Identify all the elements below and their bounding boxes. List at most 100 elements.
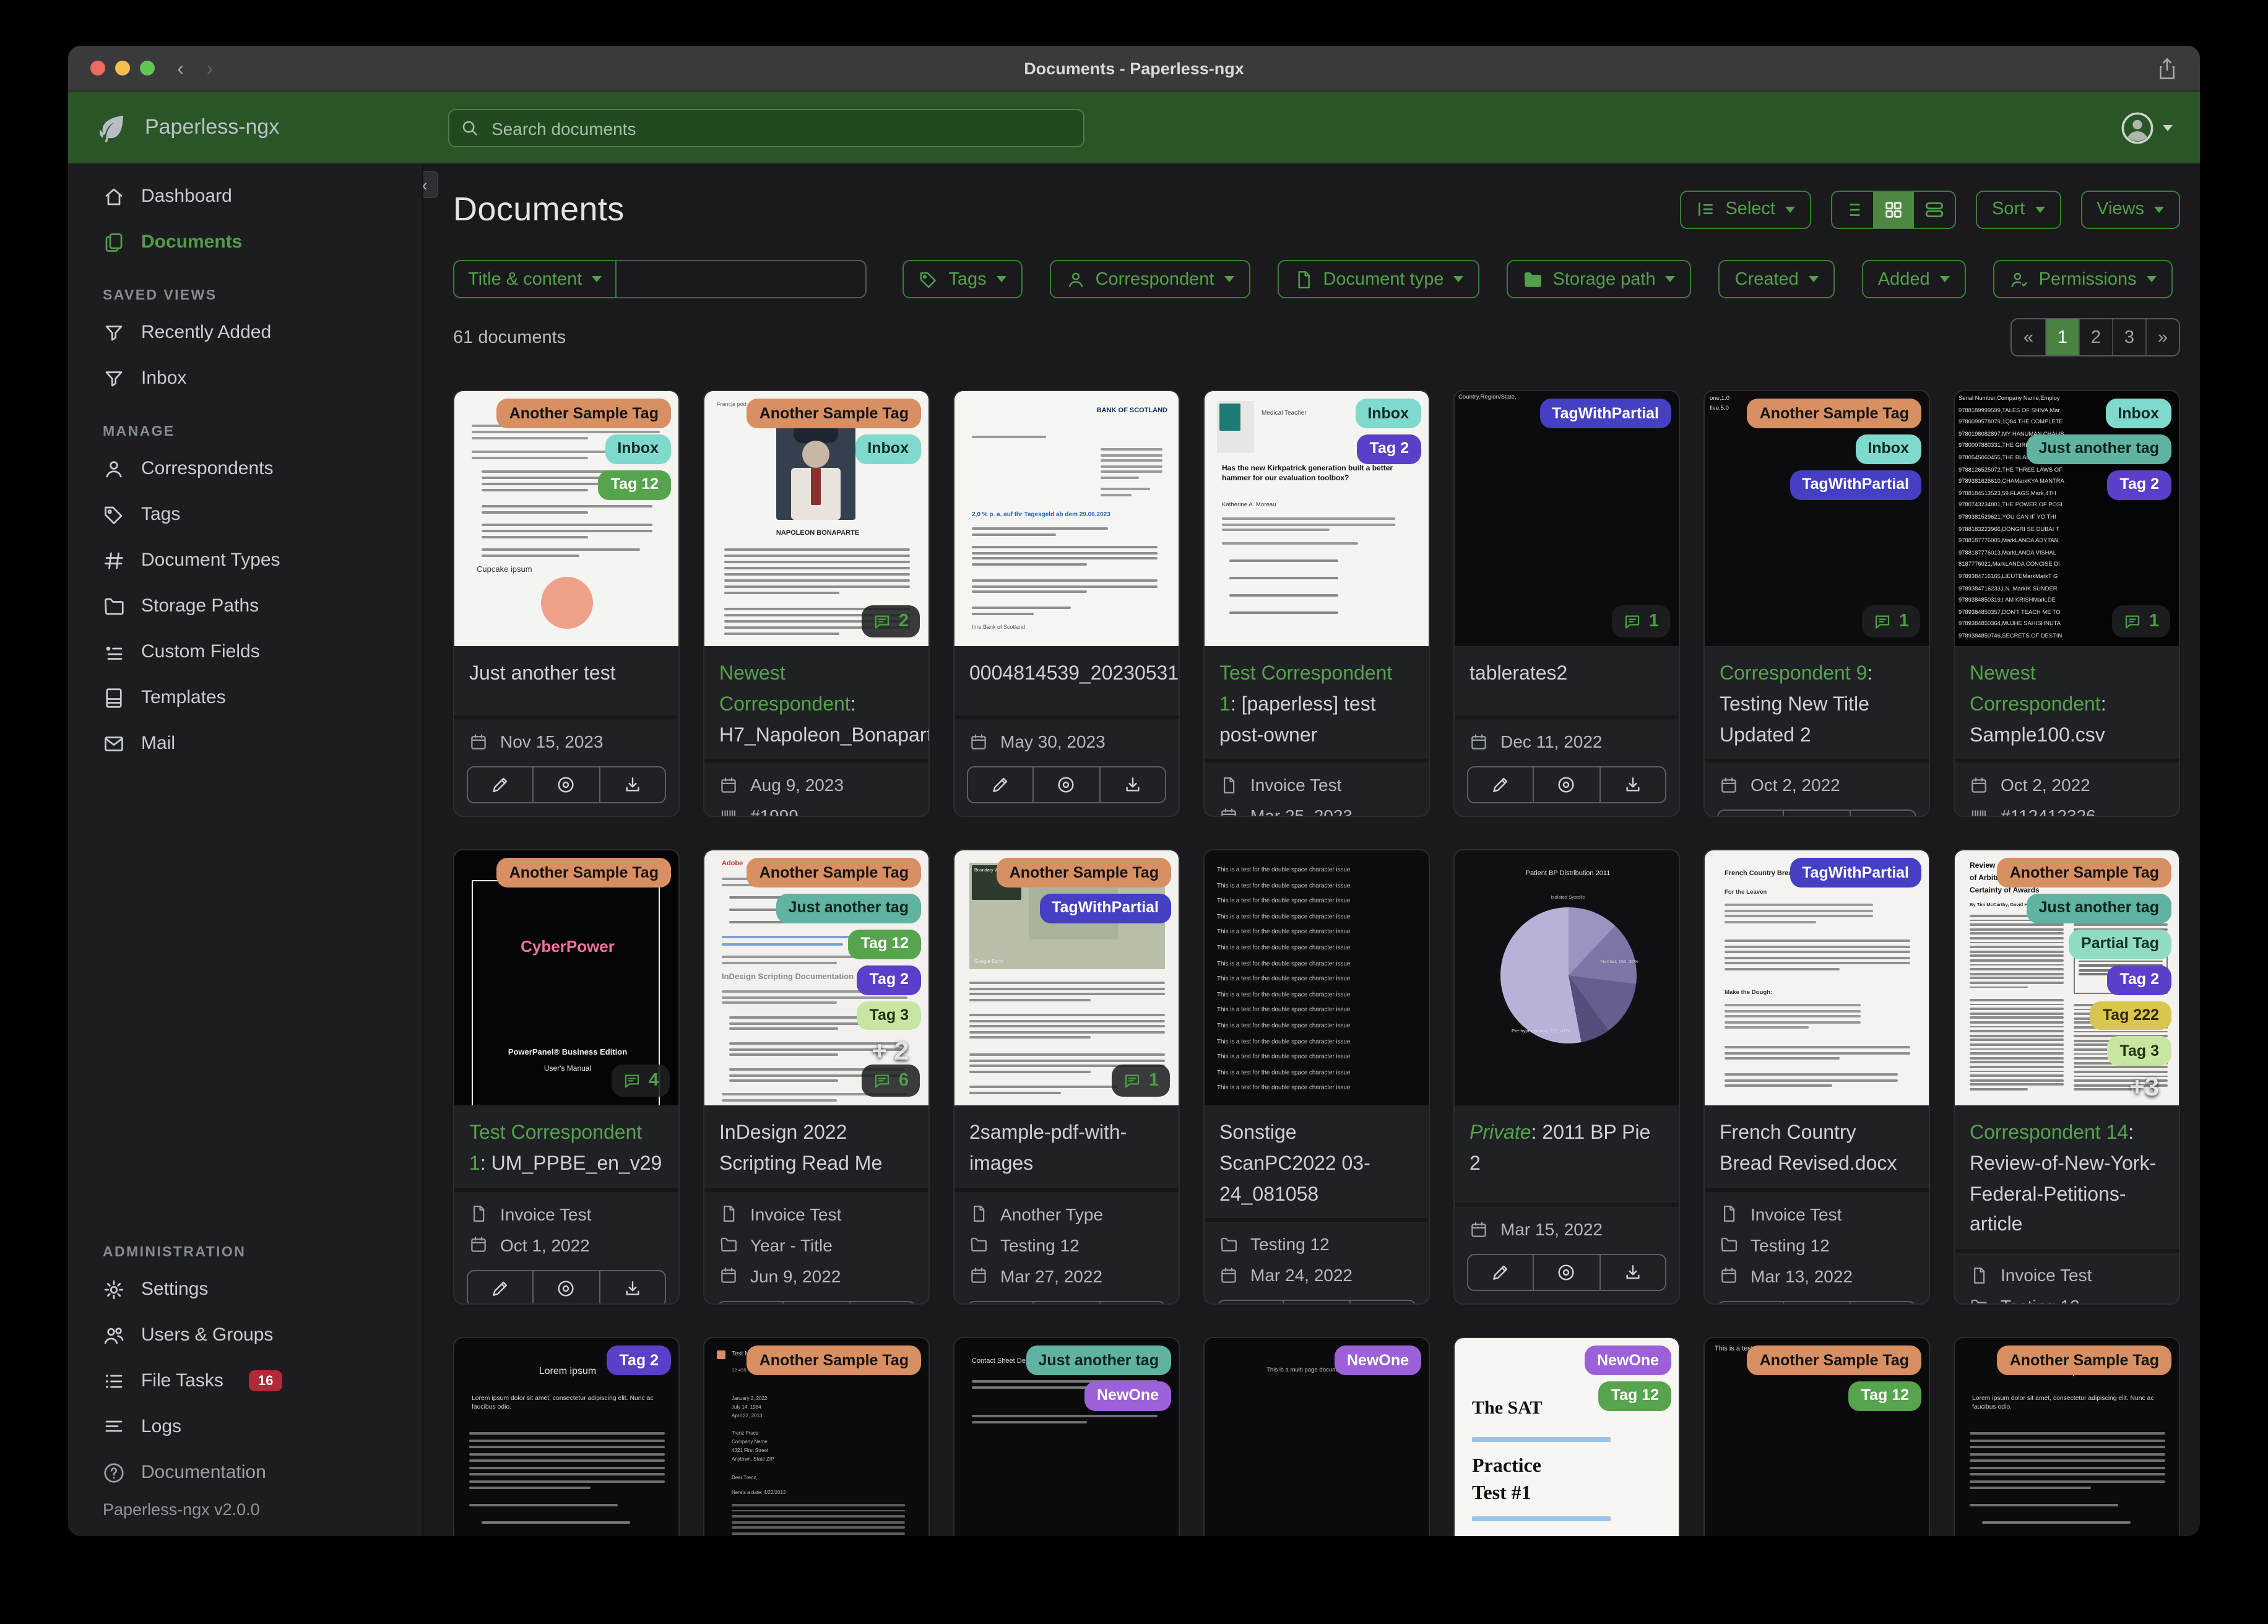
edit-document-button[interactable] — [967, 1300, 1034, 1303]
edit-document-button[interactable] — [1467, 1254, 1534, 1291]
view-document-button[interactable] — [1784, 810, 1851, 816]
tag-pill[interactable]: Tag 2 — [2107, 470, 2171, 500]
back-icon[interactable]: ‹ — [177, 58, 184, 79]
document-thumbnail[interactable]: Country,Region/State, TagWithPartial 1 — [1455, 391, 1679, 646]
document-title[interactable]: Sonstige ScanPC2022 03-24_081058 — [1205, 1105, 1429, 1219]
sidebar-item-custom-fields[interactable]: Custom Fields — [68, 629, 422, 675]
sidebar-item-tags[interactable]: Tags — [68, 491, 422, 537]
sidebar-item-recently-added[interactable]: Recently Added — [68, 309, 422, 355]
download-document-button[interactable] — [1100, 1300, 1166, 1303]
document-card[interactable]: Contact Sheet Demo Just another tag NewOne — [953, 1337, 1180, 1536]
edit-document-button[interactable] — [1717, 810, 1785, 816]
view-document-button[interactable] — [1034, 766, 1101, 803]
document-thumbnail[interactable]: BANK OF SCOTLAND 2,0 % p. a. auf Ihr Tage… — [954, 391, 1179, 646]
tag-pill[interactable]: NewOne — [1584, 1345, 1671, 1375]
view-list-button[interactable] — [1832, 191, 1873, 227]
document-thumbnail[interactable]: Patient BP Distribution 2011 Isolated Sys… — [1455, 850, 1679, 1105]
tag-pill[interactable]: Tag 12 — [1848, 1381, 1921, 1411]
document-card[interactable]: Country,Region/State, TagWithPartial 1 tabl… — [1453, 390, 1680, 817]
document-thumbnail[interactable]: CyberPower PowerPanel® Business Edition Us… — [454, 850, 678, 1105]
sidebar-item-documents[interactable]: Documents — [68, 219, 422, 265]
edit-document-button[interactable] — [967, 766, 1034, 803]
document-title[interactable]: Test Correspondent 1: UM_PPBE_en_v29 — [454, 1105, 678, 1188]
tag-pill[interactable]: TagWithPartial — [1790, 470, 1921, 500]
sidebar-item-inbox[interactable]: Inbox — [68, 355, 422, 401]
tag-pill[interactable]: Partial Tag — [2069, 929, 2171, 959]
comments-badge[interactable]: 2 — [861, 605, 920, 637]
tag-pill[interactable]: Just another tag — [2026, 893, 2171, 923]
sidebar-item-users-groups[interactable]: Users & Groups — [68, 1312, 422, 1358]
view-document-button[interactable] — [1784, 1300, 1851, 1303]
page-3[interactable]: 3 — [2112, 319, 2145, 355]
filter-storage-path-button[interactable]: Storage path — [1507, 260, 1692, 298]
filter-added-button[interactable]: Added — [1861, 260, 1966, 298]
document-thumbnail[interactable]: Test Name12-456-7890January 2, 2022July … — [704, 1338, 928, 1536]
tag-pill[interactable]: Another Sample Tag — [747, 399, 921, 428]
close-window-button[interactable] — [90, 61, 105, 76]
filter-document-type-button[interactable]: Document type — [1277, 260, 1480, 298]
edit-document-button[interactable] — [467, 766, 534, 803]
edit-document-button[interactable] — [1467, 766, 1534, 803]
view-cards-button[interactable] — [1914, 191, 1955, 227]
tag-pill[interactable]: Another Sample Tag — [496, 858, 671, 888]
comments-badge[interactable]: 4 — [611, 1065, 670, 1097]
tag-pill[interactable]: Tag 222 — [2090, 1001, 2171, 1030]
filter-created-button[interactable]: Created — [1718, 260, 1835, 298]
views-button[interactable]: Views — [2080, 190, 2180, 228]
view-document-button[interactable] — [534, 766, 600, 803]
tag-pill[interactable]: Inbox — [2105, 399, 2171, 428]
view-grid-button[interactable] — [1872, 191, 1914, 227]
tag-pill[interactable]: Tag 3 — [857, 1001, 921, 1030]
document-thumbnail[interactable]: This is a test for the double space char… — [1205, 850, 1429, 1105]
tag-pill[interactable]: Tag 12 — [1598, 1381, 1671, 1411]
document-card[interactable]: Francja pod rz NAPOLEON BONAPARTE Another … — [703, 390, 930, 817]
download-document-button[interactable] — [1100, 766, 1166, 803]
tag-pill[interactable]: Inbox — [855, 434, 921, 464]
sidebar-item-dashboard[interactable]: Dashboard — [68, 173, 422, 219]
download-document-button[interactable] — [1600, 766, 1666, 803]
filter-permissions-button[interactable]: Permissions — [1993, 260, 2173, 298]
edit-document-button[interactable] — [717, 1300, 784, 1303]
tag-pill[interactable]: TagWithPartial — [1539, 399, 1671, 428]
edit-document-button[interactable] — [1217, 1300, 1284, 1303]
document-thumbnail[interactable]: Adobe InDesign Scripting Documentation Ano… — [704, 850, 928, 1105]
view-document-button[interactable] — [1284, 1300, 1351, 1303]
sidebar-item-document-types[interactable]: Document Types — [68, 537, 422, 583]
download-document-button[interactable] — [1850, 810, 1916, 816]
forward-icon[interactable]: › — [206, 58, 213, 79]
tag-pill[interactable]: Inbox — [605, 434, 671, 464]
download-document-button[interactable] — [1600, 1254, 1666, 1291]
comments-badge[interactable]: 1 — [1861, 605, 1920, 637]
view-document-button[interactable] — [1034, 1300, 1101, 1303]
document-card[interactable]: BANK OF SCOTLAND 2,0 % p. a. auf Ihr Tage… — [953, 390, 1180, 817]
document-thumbnail[interactable]: Serial Number,Company Name,Employ 9788189… — [1955, 391, 2179, 646]
document-card[interactable]: Review ofof Arbitral AwardsCertainty of … — [1954, 849, 2180, 1305]
sidebar-item-file-tasks[interactable]: File Tasks 16 — [68, 1358, 422, 1404]
tag-pill[interactable]: NewOne — [1334, 1345, 1421, 1375]
tag-pill[interactable]: Tag 2 — [2107, 965, 2171, 995]
document-title[interactable]: Private: 2011 BP Pie 2 — [1455, 1105, 1679, 1188]
sidebar-item-logs[interactable]: Logs — [68, 1404, 422, 1449]
tag-pill[interactable]: Another Sample Tag — [1997, 1345, 2171, 1375]
document-card[interactable]: Test Name12-456-7890January 2, 2022July … — [703, 1337, 930, 1536]
view-document-button[interactable] — [1534, 766, 1601, 803]
download-document-button[interactable] — [850, 1300, 916, 1303]
document-card[interactable]: Adobe InDesign Scripting Documentation Ano… — [703, 849, 930, 1305]
download-document-button[interactable] — [1850, 1300, 1916, 1303]
view-document-button[interactable] — [1534, 1254, 1601, 1291]
tag-pill[interactable]: Another Sample Tag — [1747, 1345, 1921, 1375]
sort-button[interactable]: Sort — [1975, 190, 2061, 228]
tag-pill[interactable]: Tag 12 — [598, 470, 671, 500]
document-thumbnail[interactable]: Contact Sheet Demo Just another tag NewOne — [954, 1338, 1179, 1536]
document-thumbnail[interactable]: Lorem ipsumLorem ipsum dolor sit amet, c… — [454, 1338, 678, 1536]
title-content-filter-button[interactable]: Title & content — [453, 260, 617, 298]
page-last[interactable]: » — [2145, 319, 2179, 355]
document-card[interactable]: The SATPracticeTest #1Make time to take … — [1453, 1337, 1680, 1536]
tag-pill[interactable]: Tag 3 — [2107, 1036, 2171, 1066]
zoom-window-button[interactable] — [140, 61, 155, 76]
comments-badge[interactable]: 1 — [1611, 605, 1670, 637]
tag-pill[interactable]: Tag 12 — [848, 929, 921, 959]
tag-pill[interactable]: Inbox — [1355, 399, 1421, 428]
page-1[interactable]: 1 — [2045, 319, 2079, 355]
document-thumbnail[interactable]: French Country Bread For the Leaven Make t… — [1705, 850, 1929, 1105]
